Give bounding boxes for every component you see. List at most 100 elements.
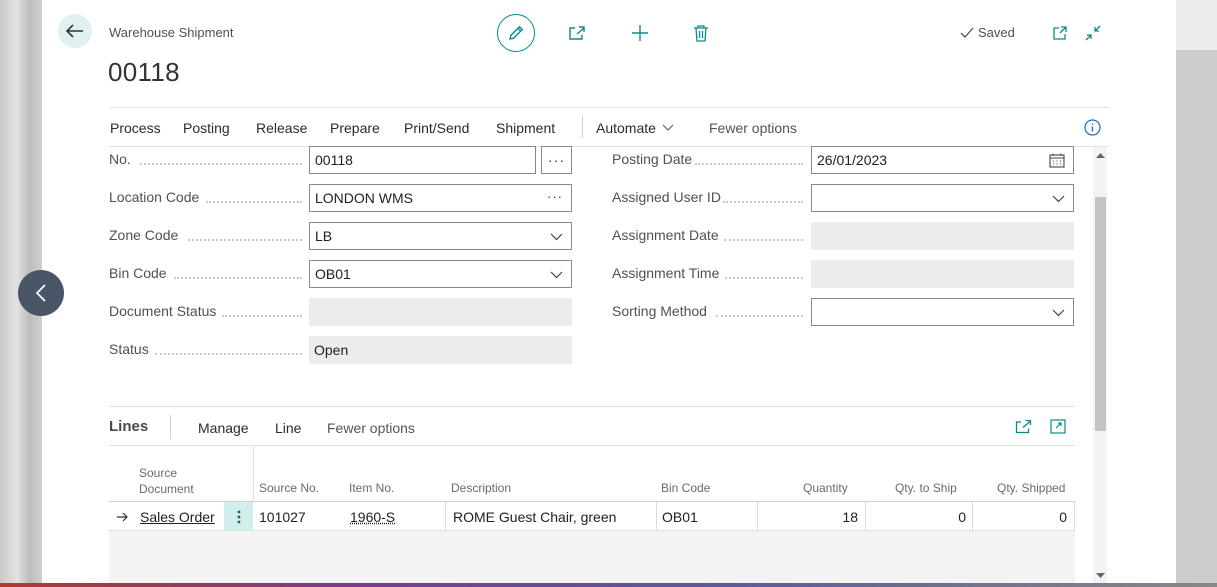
saved-label: Saved	[978, 25, 1015, 40]
action-fewer-options[interactable]: Fewer options	[709, 120, 797, 136]
zone-code-value: LB	[315, 228, 333, 244]
lines-header-bar: Lines Manage Line Fewer options	[109, 406, 1075, 446]
page-caption: Warehouse Shipment	[109, 25, 234, 40]
posting-date-value: 26/01/2023	[817, 152, 888, 168]
leader-dots	[174, 277, 302, 279]
lines-action-manage[interactable]: Manage	[198, 420, 249, 436]
sorting-method-field[interactable]	[811, 298, 1074, 326]
status-value: Open	[314, 342, 349, 358]
posting-date-field[interactable]: 26/01/2023	[811, 146, 1074, 174]
bin-code-field[interactable]: OB01	[309, 260, 572, 288]
lines-grid: Source Document Source No. Item No. Desc…	[109, 446, 1075, 583]
scroll-up-arrow-icon[interactable]	[1096, 152, 1105, 159]
col-bin-code[interactable]: Bin Code	[661, 480, 710, 496]
taskbar-strip	[0, 583, 1217, 587]
open-new-window-button[interactable]	[1050, 23, 1070, 43]
collapse-button[interactable]	[1083, 23, 1103, 43]
label-document-status: Document Status	[109, 303, 217, 319]
leader-dots	[140, 163, 302, 165]
share-icon[interactable]	[1015, 419, 1032, 434]
source-document-link[interactable]: Sales Order	[140, 502, 215, 531]
action-automate-label: Automate	[596, 120, 656, 136]
bin-code-value: OB01	[315, 266, 351, 282]
label-assignment-time: Assignment Time	[612, 265, 720, 281]
action-automate[interactable]: Automate	[596, 120, 674, 136]
lines-separator	[170, 415, 171, 439]
chevron-down-icon	[1052, 195, 1065, 203]
grid-header: Source Document Source No. Item No. Desc…	[109, 446, 1075, 502]
action-posting[interactable]: Posting	[183, 120, 230, 136]
action-prepare[interactable]: Prepare	[330, 120, 380, 136]
col-item-no[interactable]: Item No.	[349, 480, 394, 496]
leader-dots	[206, 201, 302, 203]
background-right-top	[1176, 0, 1217, 50]
assist-edit-button[interactable]: ···	[541, 146, 572, 174]
assigned-user-id-field[interactable]	[811, 184, 1074, 212]
lines-action-line[interactable]: Line	[275, 420, 301, 436]
row-indicator	[109, 502, 135, 531]
table-row[interactable]: Sales Order 101027 1960-S ROME Guest Cha…	[109, 502, 1075, 531]
edit-button[interactable]	[497, 14, 535, 52]
leader-dots	[724, 239, 803, 241]
action-print-send[interactable]: Print/Send	[404, 120, 469, 136]
leader-dots	[723, 201, 803, 203]
scroll-down-arrow-icon[interactable]	[1096, 572, 1105, 579]
col-quantity[interactable]: Quantity	[803, 480, 848, 496]
previous-page-button[interactable]	[18, 270, 64, 316]
chevron-down-icon	[1052, 309, 1065, 317]
col-description[interactable]: Description	[451, 480, 511, 496]
share-button[interactable]	[566, 22, 588, 44]
more-vertical-icon	[237, 510, 240, 523]
action-process[interactable]: Process	[110, 120, 161, 136]
col-source-document-line2: Document	[139, 482, 194, 496]
leader-dots	[155, 353, 302, 355]
expand-icon[interactable]	[1050, 419, 1066, 434]
info-icon[interactable]	[1084, 119, 1101, 136]
bin-code-cell[interactable]: OB01	[662, 502, 758, 531]
ellipsis-icon[interactable]: ···	[547, 189, 563, 204]
description-cell[interactable]: ROME Guest Chair, green	[445, 502, 657, 531]
source-document-value[interactable]: Sales Order	[140, 509, 215, 525]
new-button[interactable]	[629, 22, 651, 44]
no-field[interactable]: 00118	[309, 146, 536, 174]
scrollbar-thumb[interactable]	[1095, 197, 1106, 431]
label-sorting-method: Sorting Method	[612, 303, 707, 319]
chevron-down-icon	[662, 124, 674, 131]
pencil-icon	[509, 25, 524, 40]
chevron-down-icon	[550, 271, 563, 279]
leader-dots	[716, 315, 803, 317]
chevron-left-icon	[35, 284, 46, 302]
zone-code-field[interactable]: LB	[309, 222, 572, 250]
qty-to-ship-cell[interactable]: 0	[866, 502, 973, 531]
item-no-value[interactable]: 1960-S	[350, 509, 395, 525]
row-menu-button[interactable]	[224, 502, 253, 531]
label-zone-code: Zone Code	[109, 227, 179, 243]
item-no-cell[interactable]: 1960-S	[350, 502, 395, 531]
location-code-field[interactable]: LONDON WMS ···	[309, 184, 572, 212]
action-release[interactable]: Release	[256, 120, 307, 136]
col-source-document[interactable]: Source Document	[139, 465, 194, 497]
action-bar: Process Posting Release Prepare Print/Se…	[109, 107, 1109, 147]
col-source-no[interactable]: Source No.	[259, 480, 319, 496]
document-status-field	[309, 298, 572, 326]
lines-action-fewer-options[interactable]: Fewer options	[327, 420, 415, 436]
checkmark-icon	[960, 27, 974, 38]
back-button[interactable]	[58, 14, 92, 48]
background-right	[1176, 0, 1217, 587]
delete-button[interactable]	[690, 22, 712, 44]
quantity-cell[interactable]: 18	[757, 502, 866, 531]
label-status: Status	[109, 341, 149, 357]
action-separator	[582, 116, 583, 138]
plus-icon	[632, 25, 648, 41]
action-shipment[interactable]: Shipment	[496, 120, 555, 136]
source-no-cell: 101027	[259, 508, 306, 525]
assignment-date-field	[811, 222, 1074, 250]
col-qty-to-ship[interactable]: Qty. to Ship	[895, 480, 957, 496]
lines-title[interactable]: Lines	[109, 418, 148, 435]
leader-dots	[222, 315, 302, 317]
column-divider	[253, 446, 254, 502]
calendar-icon[interactable]	[1049, 153, 1065, 168]
label-bin-code: Bin Code	[109, 265, 167, 281]
location-code-value: LONDON WMS	[315, 190, 413, 206]
col-qty-shipped[interactable]: Qty. Shipped	[997, 480, 1065, 496]
